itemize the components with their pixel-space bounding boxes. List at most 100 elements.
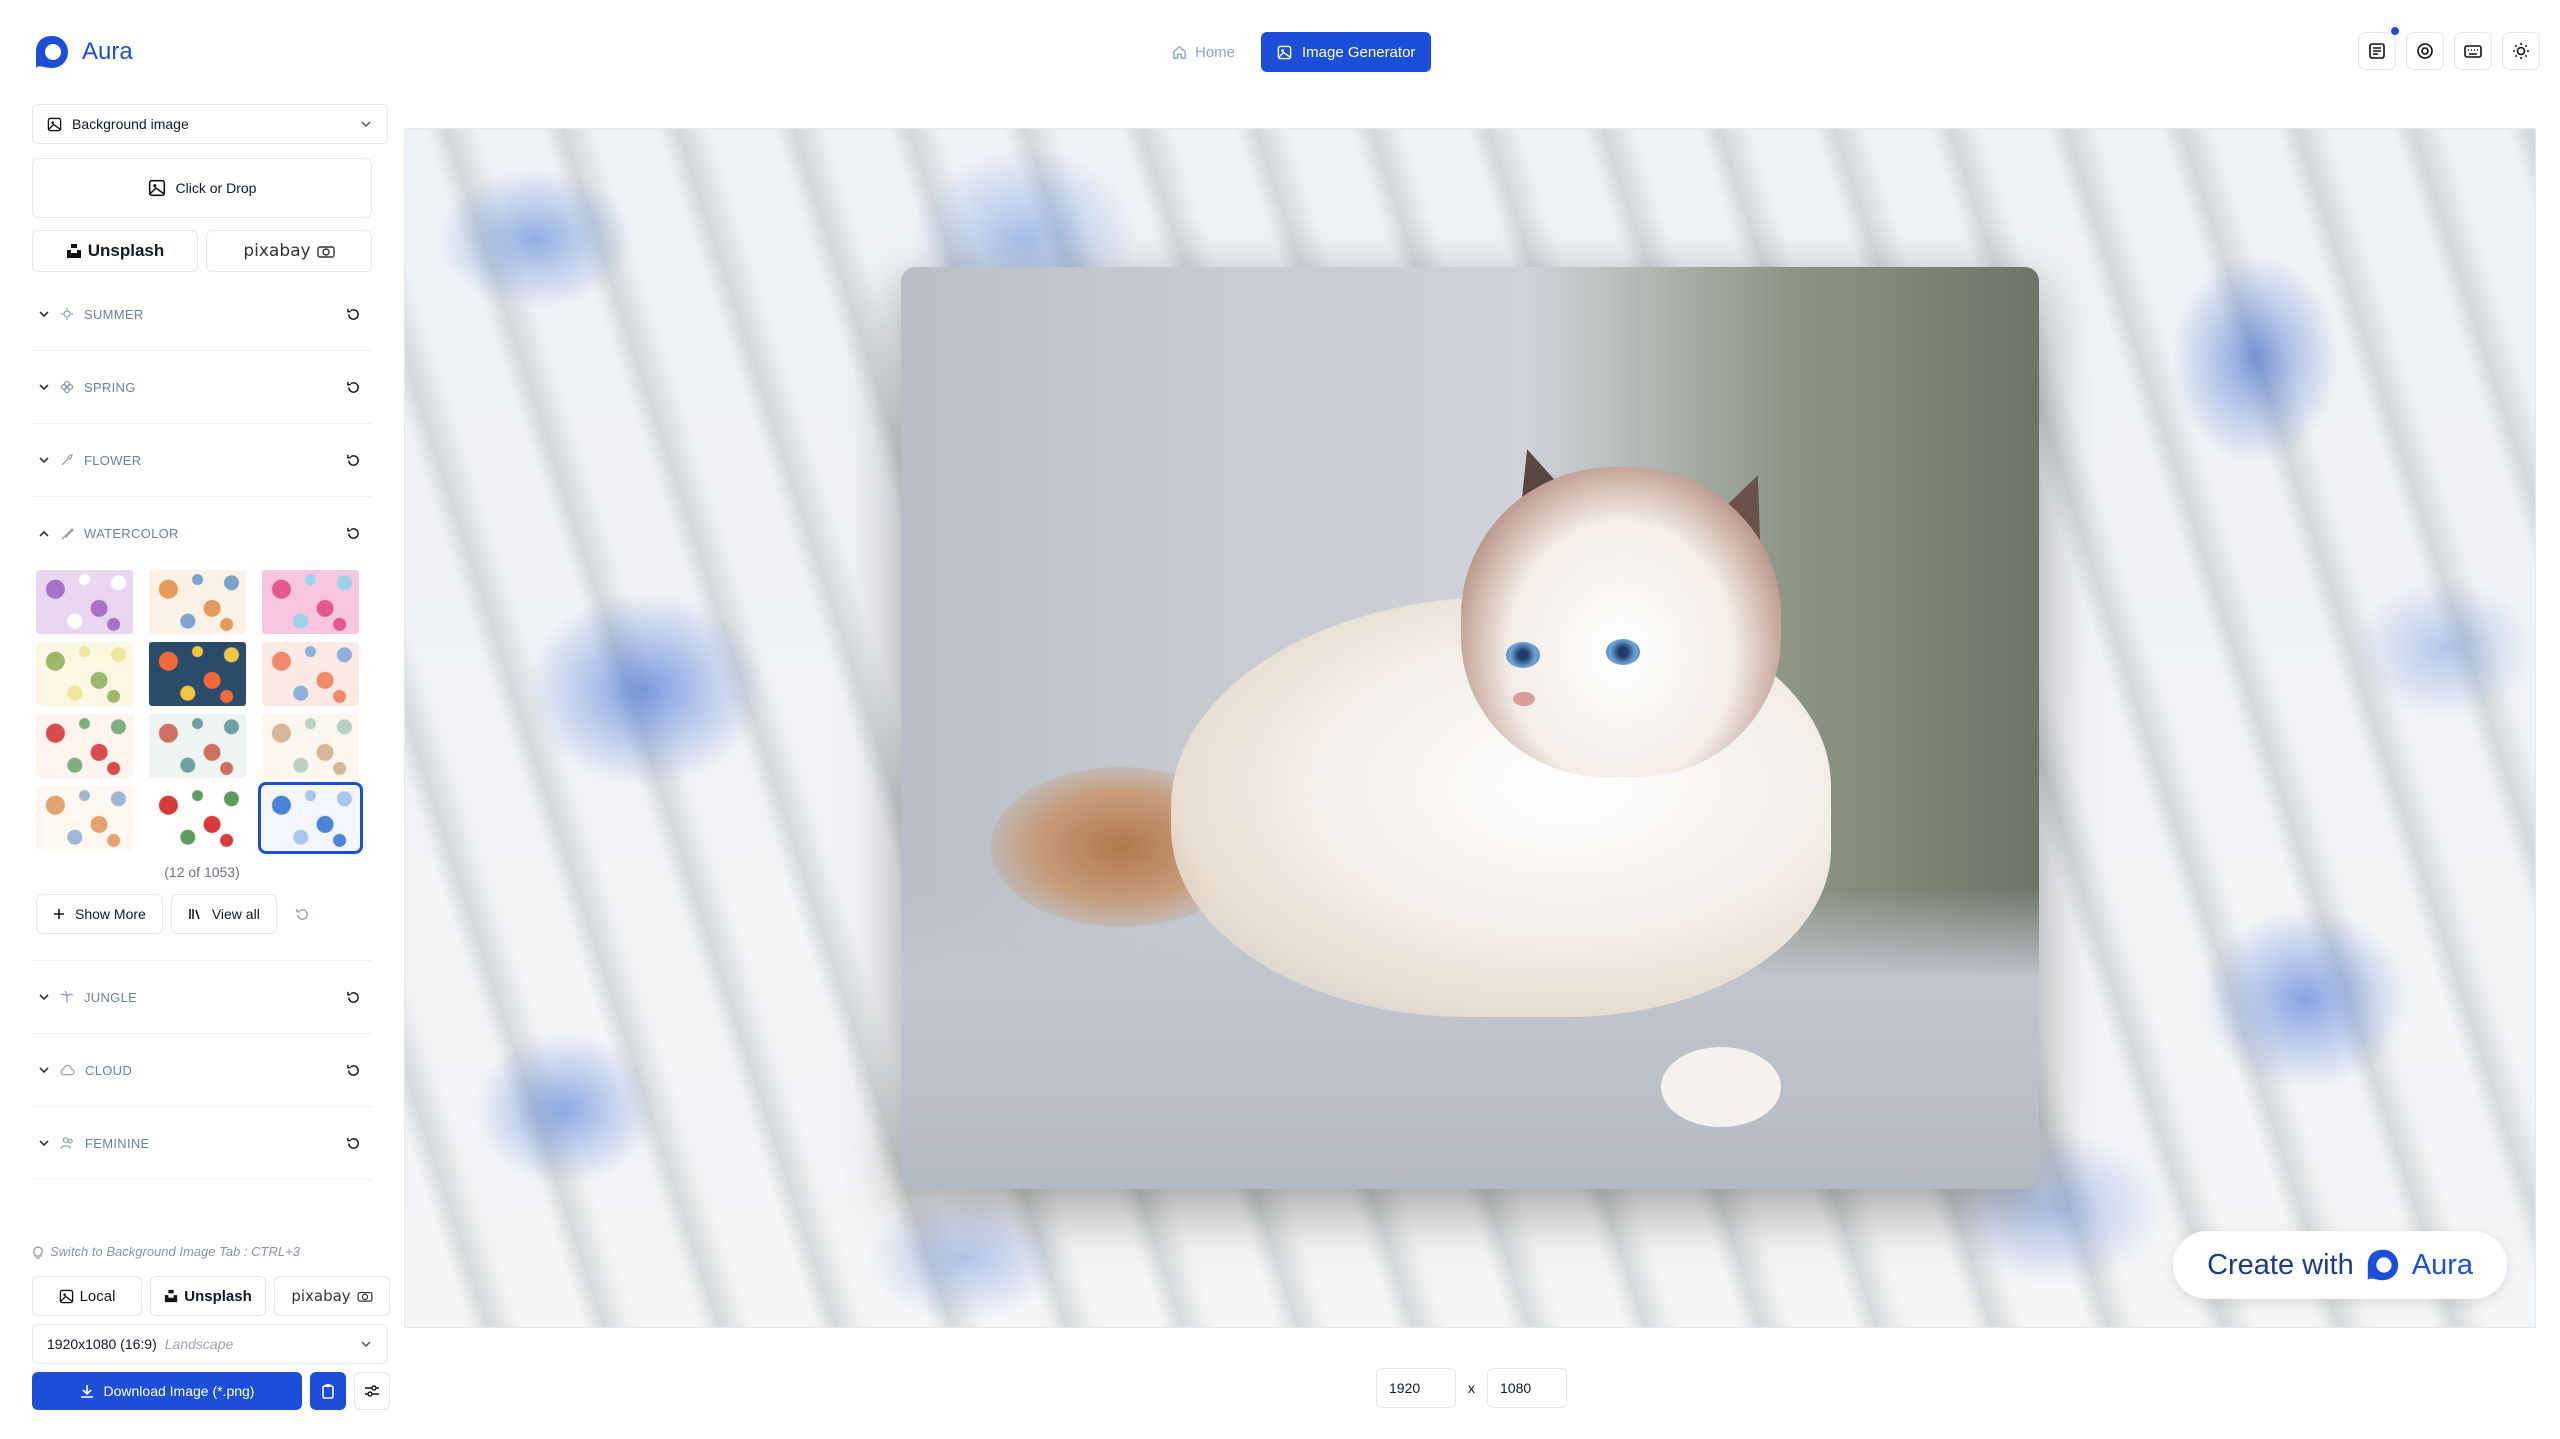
unsplash-logo-icon: [66, 244, 81, 258]
help-icon: [2417, 43, 2433, 59]
view-all-label: View all: [211, 906, 260, 922]
pixabay-button[interactable]: pixabay: [206, 230, 372, 272]
keyboard-hint-text: Switch to Background Image Tab : CTRL+3: [50, 1244, 300, 1259]
copy-clipboard-button[interactable]: [310, 1372, 346, 1410]
watercolor-thumbnail[interactable]: [258, 782, 363, 854]
category-reset-button[interactable]: [340, 447, 366, 473]
camera-icon: [316, 246, 335, 258]
view-all-button[interactable]: View all: [170, 894, 277, 934]
aspect-ratio-select[interactable]: 1920x1080 (16:9) Landscape: [32, 1324, 388, 1364]
refresh-icon: [346, 527, 359, 539]
refresh-icon: [295, 908, 308, 920]
pixabay-label: pixabay: [243, 241, 311, 261]
category-feminine[interactable]: FEMININE: [32, 1107, 372, 1180]
top-toolbar: [2358, 25, 2540, 70]
unsplash-label: Unsplash: [87, 241, 165, 260]
preview-canvas[interactable]: Create with Aura: [404, 128, 2536, 1328]
show-more-button[interactable]: Show More: [36, 894, 163, 934]
category-reset-button[interactable]: [340, 984, 366, 1010]
chevron-down-icon: [39, 1140, 49, 1147]
watercolor-thumbnail[interactable]: [149, 714, 246, 778]
dimension-inputs: 1920 x 1080: [1376, 1368, 1567, 1408]
category-summer[interactable]: SUMMER: [32, 278, 372, 351]
sun-icon: [2513, 43, 2529, 59]
help-button[interactable]: [2406, 32, 2444, 70]
ratio-orientation: Landscape: [164, 1336, 234, 1352]
unsplash-logo-icon: [165, 1289, 178, 1303]
download-button[interactable]: Download Image (*.png): [32, 1372, 302, 1410]
nav-home[interactable]: Home: [1160, 34, 1247, 71]
watercolor-thumbnail[interactable]: [36, 714, 133, 778]
watercolor-thumbnail[interactable]: [262, 714, 359, 778]
height-input[interactable]: 1080: [1487, 1368, 1567, 1408]
chevron-down-icon: [39, 457, 49, 464]
cat-head: [1461, 467, 1781, 777]
category-jungle[interactable]: JUNGLE: [32, 961, 372, 1034]
download-icon: [80, 1385, 93, 1398]
sidebar: Background image Click or Drop Unsplash …: [32, 104, 388, 1180]
badge-brand: Aura: [2411, 1248, 2473, 1281]
lightbulb-icon: [33, 1245, 43, 1259]
cat-nose: [1513, 692, 1535, 706]
category-spring[interactable]: SPRING: [32, 351, 372, 424]
nav-image-generator[interactable]: Image Generator: [1261, 32, 1432, 72]
show-more-label: Show More: [75, 906, 146, 922]
image-source-row: Local Unsplash pixabay: [32, 1276, 390, 1316]
refresh-icon: [346, 381, 359, 393]
home-icon: [1173, 45, 1186, 59]
category-reset-button[interactable]: [340, 1130, 366, 1156]
category-reset-button[interactable]: [340, 374, 366, 400]
users-icon: [60, 1137, 73, 1149]
width-input[interactable]: 1920: [1376, 1368, 1456, 1408]
theme-button[interactable]: [2502, 32, 2540, 70]
category-flower[interactable]: FLOWER: [32, 424, 372, 497]
category-cloud[interactable]: CLOUD: [32, 1034, 372, 1107]
keyboard-icon: [2464, 45, 2482, 58]
export-settings-button[interactable]: [354, 1372, 390, 1410]
dimension-separator: x: [1468, 1380, 1475, 1396]
sun-flower-icon: [61, 308, 73, 320]
camera-icon: [357, 1291, 373, 1302]
category-reset-button[interactable]: [340, 301, 366, 327]
news-button[interactable]: [2358, 25, 2401, 70]
sliders-icon: [365, 1385, 379, 1397]
mode-select[interactable]: Background image: [32, 104, 388, 144]
watercolor-thumbnail[interactable]: [36, 570, 133, 634]
app-logo[interactable]: Aura: [32, 32, 133, 72]
watercolor-thumbnail[interactable]: [149, 642, 246, 706]
clipboard-icon: [322, 1384, 334, 1399]
library-icon: [189, 909, 200, 920]
category-label: CLOUD: [85, 1062, 133, 1078]
cat-eye-left: [1506, 642, 1540, 668]
watercolor-thumbnail[interactable]: [262, 642, 359, 706]
image-dropzone[interactable]: Click or Drop: [32, 158, 372, 218]
unsplash-button[interactable]: Unsplash: [32, 230, 198, 272]
refresh-icon: [346, 454, 359, 466]
category-label: FEMININE: [85, 1135, 150, 1151]
category-reset-button[interactable]: [340, 521, 366, 547]
keyboard-button[interactable]: [2454, 32, 2492, 70]
chevron-down-icon: [39, 994, 49, 1001]
keyboard-hint: Switch to Background Image Tab : CTRL+3: [32, 1244, 300, 1259]
plus-icon: [54, 909, 64, 919]
refresh-icon: [346, 1137, 359, 1149]
create-with-aura-badge: Create with Aura: [2173, 1231, 2507, 1299]
unsplash-source-button[interactable]: Unsplash: [150, 1276, 266, 1316]
gallery-refresh-button[interactable]: [285, 894, 320, 934]
image-icon: [59, 1289, 73, 1303]
watercolor-thumbnail[interactable]: [36, 642, 133, 706]
category-watercolor[interactable]: WATERCOLOR: [32, 497, 372, 570]
foreground-photo[interactable]: [901, 267, 2039, 1189]
unsplash-source-label: Unsplash: [184, 1287, 252, 1305]
watercolor-thumbnail[interactable]: [149, 786, 246, 850]
chevron-down-icon: [39, 311, 49, 318]
thumbnail-grid: [32, 570, 388, 854]
watercolor-thumbnail[interactable]: [36, 786, 133, 850]
pixabay-source-button[interactable]: pixabay: [274, 1276, 390, 1316]
mode-select-value: Background image: [72, 116, 189, 132]
watercolor-thumbnail[interactable]: [262, 570, 359, 634]
local-button[interactable]: Local: [32, 1276, 142, 1316]
download-label: Download Image (*.png): [103, 1383, 255, 1399]
watercolor-thumbnail[interactable]: [149, 570, 246, 634]
category-reset-button[interactable]: [340, 1057, 366, 1083]
